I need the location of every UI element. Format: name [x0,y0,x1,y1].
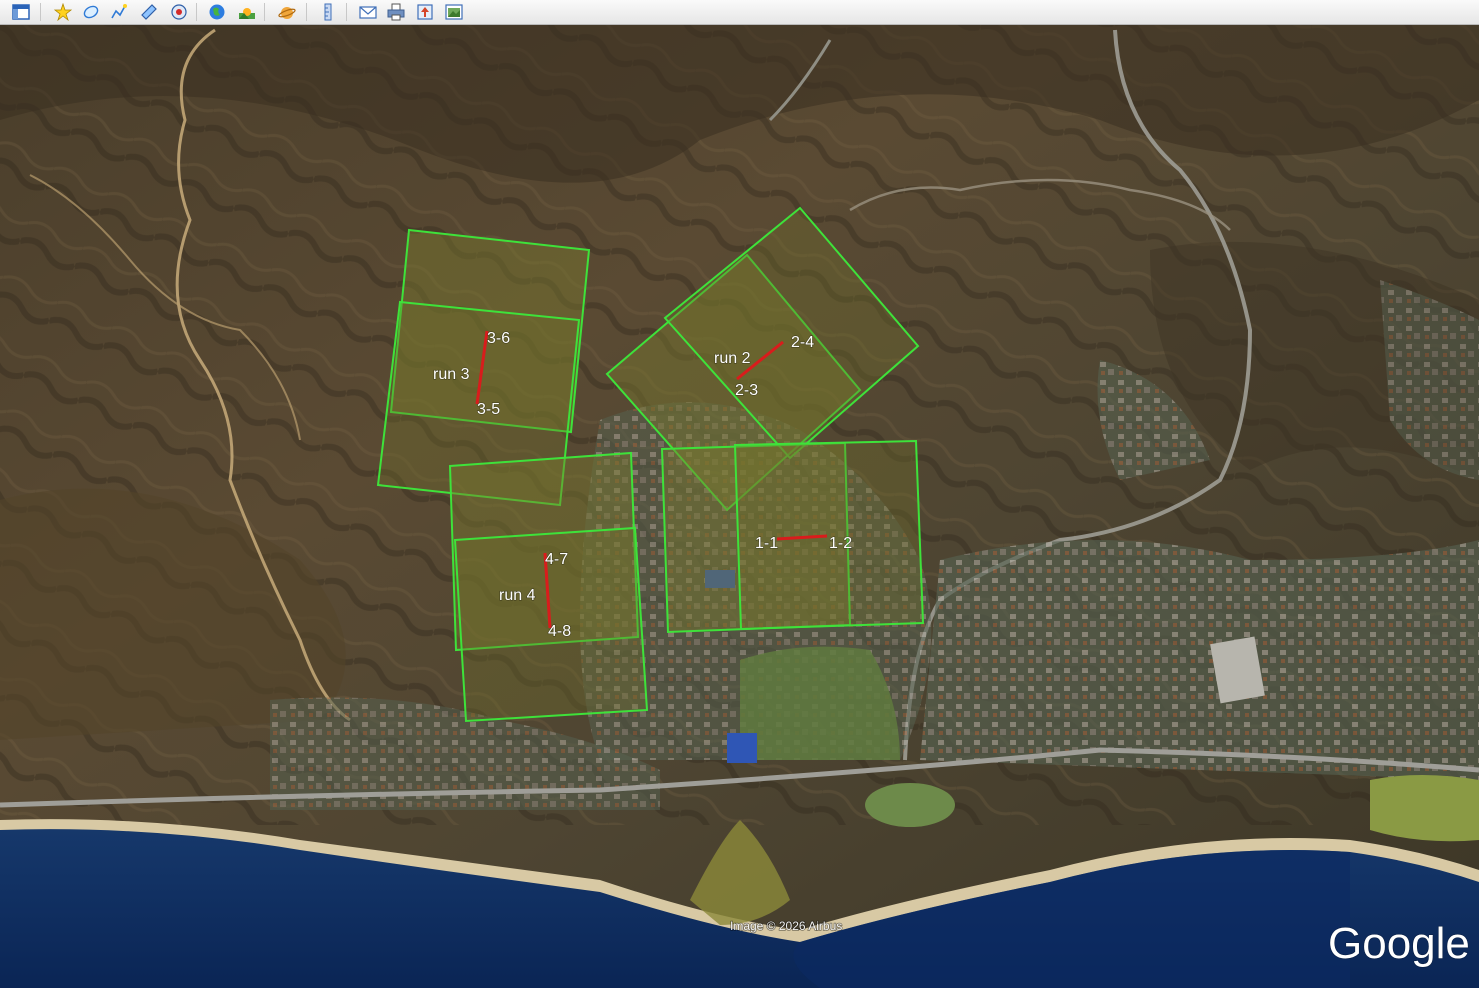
view-in-maps-button[interactable] [443,2,465,22]
ruler-icon [324,3,332,21]
label-3-6: 3-6 [487,330,510,347]
historical-imagery-icon [209,4,225,20]
label-1-1: 1-1 [755,535,778,552]
email-icon [359,6,377,19]
google-logo: Google [1328,919,1470,968]
planet-switch-icon [278,7,296,19]
add-path-icon [111,4,127,19]
label-4-7: 4-7 [545,551,568,568]
ruler-button[interactable] [317,2,339,22]
planet-switch-button[interactable] [276,2,298,22]
add-polygon-button[interactable] [80,2,102,22]
add-image-overlay-button[interactable] [138,2,160,22]
record-tour-button[interactable] [168,2,190,22]
label-run-4: run 4 [499,587,536,604]
label-3-5: 3-5 [477,401,500,418]
view-in-maps-icon [445,4,463,20]
email-button[interactable] [357,2,379,22]
label-run-2: run 2 [714,350,751,367]
sidebar-toggle-icon [12,4,30,20]
sunlight-icon [239,8,255,19]
satellite-map[interactable]: 3-6 run 3 3-5 2-4 run 2 2-3 1-1 1-2 4-7 … [0,25,1479,988]
overlay-run4[interactable] [448,451,649,723]
label-run-3: run 3 [433,366,470,383]
label-4-8: 4-8 [548,623,571,640]
imagery-attribution: Image © 2026 Airbus [730,919,842,933]
sidebar-toggle-button[interactable] [10,2,32,22]
historical-imagery-button[interactable] [206,2,228,22]
print-button[interactable] [385,2,407,22]
add-image-overlay-icon [141,4,157,20]
overlay-run1[interactable] [660,439,925,634]
toolbar [0,0,1479,25]
sunlight-button[interactable] [236,2,258,22]
print-icon [387,3,405,21]
save-image-button[interactable] [414,2,436,22]
save-image-icon [417,4,433,20]
record-tour-icon [171,4,187,20]
add-placemark-icon [54,3,72,21]
add-path-button[interactable] [108,2,130,22]
label-2-4: 2-4 [791,334,814,351]
label-1-2: 1-2 [829,535,852,552]
add-placemark-button[interactable] [52,2,74,22]
label-2-3: 2-3 [735,382,758,399]
add-polygon-icon [83,5,99,19]
